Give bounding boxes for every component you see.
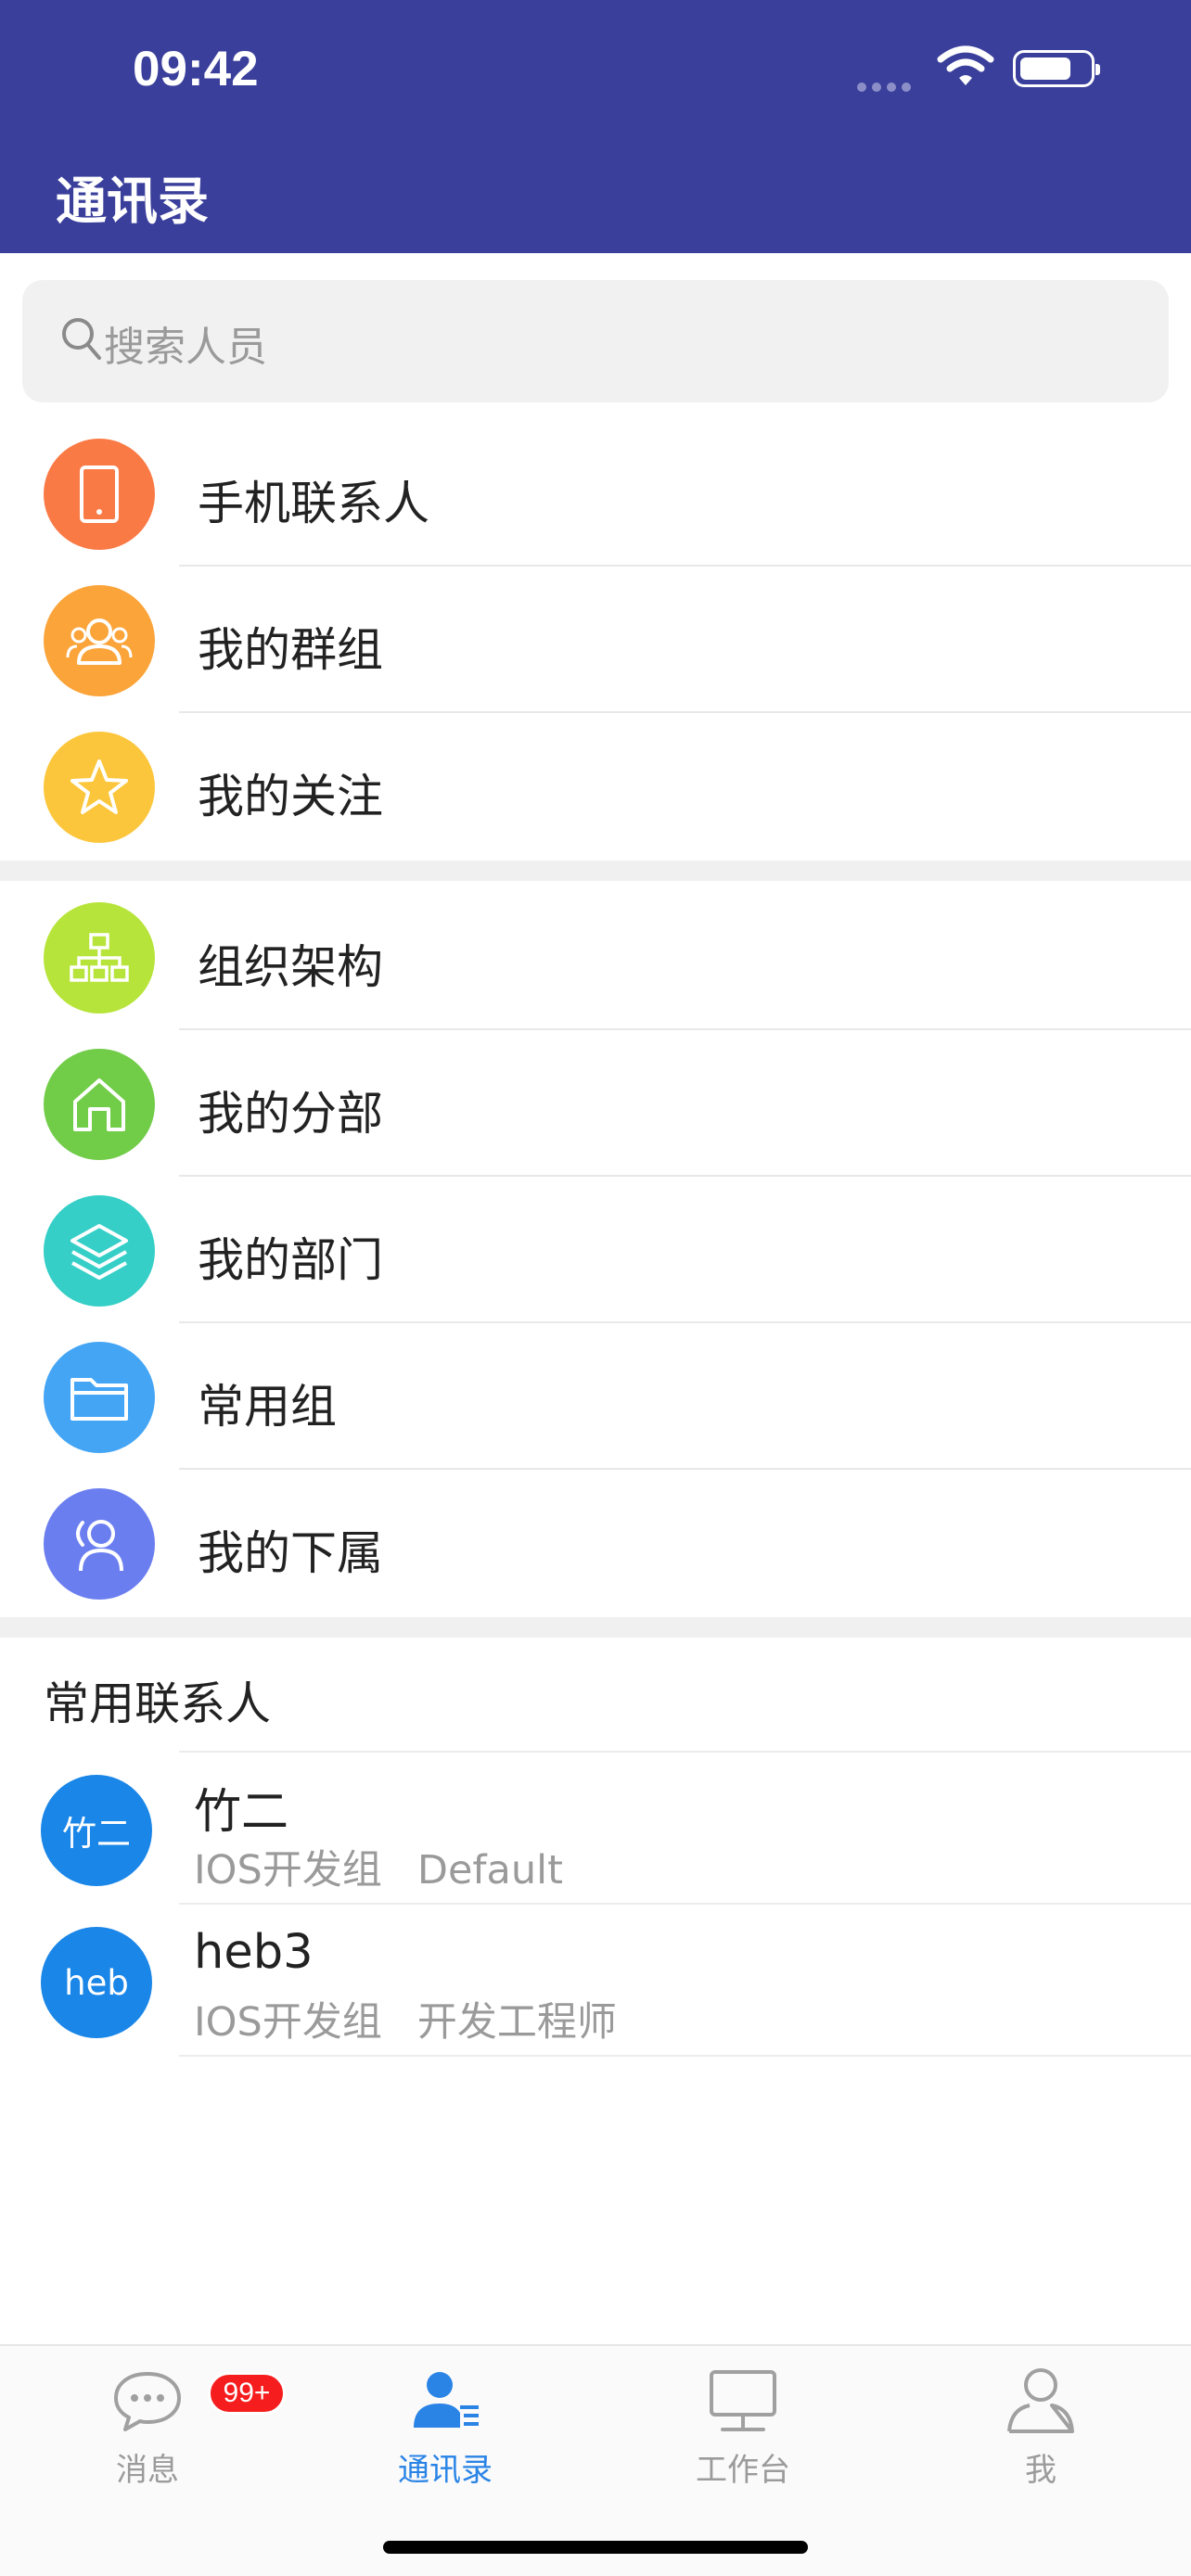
list-item-org-structure[interactable]: 组织架构	[0, 884, 1191, 1030]
list-item-label: 我的群组	[198, 623, 383, 677]
tab-label: 通讯录	[398, 2452, 493, 2489]
layers-icon	[44, 1195, 155, 1307]
tab-label: 我	[1025, 2452, 1057, 2489]
wifi-icon	[937, 45, 994, 85]
list-item-mobile-contacts[interactable]: 手机联系人	[0, 420, 1191, 567]
contacts-icon	[414, 2372, 479, 2428]
contact-department: IOS开发组	[194, 1999, 382, 2046]
list-item-label: 我的关注	[198, 770, 383, 823]
search-input[interactable]: 搜索人员	[22, 280, 1169, 402]
tab-workbench[interactable]: 工作台	[650, 2363, 836, 2502]
search-placeholder: 搜索人员	[104, 324, 267, 371]
contact-subtitle: IOS开发组 Default	[194, 1838, 598, 1895]
cellular-signal-icon	[857, 78, 922, 92]
org-chart-icon	[44, 902, 155, 1014]
contact-item[interactable]: 竹二 竹二 IOS开发组 Default	[0, 1753, 1191, 1905]
contact-department: IOS开发组	[194, 1847, 382, 1894]
contact-role: Default	[416, 1847, 563, 1894]
list-item-my-groups[interactable]: 我的群组	[0, 567, 1191, 713]
list-item-my-department[interactable]: 我的部门	[0, 1177, 1191, 1323]
subordinate-icon	[44, 1488, 155, 1600]
person-icon	[1007, 2368, 1074, 2433]
contact-name: 竹二	[194, 1785, 289, 1840]
list-item-my-branch[interactable]: 我的分部	[0, 1030, 1191, 1177]
tab-messages[interactable]: 消息 99+	[55, 2363, 286, 2502]
divider	[179, 2055, 1191, 2057]
battery-icon	[1013, 50, 1100, 87]
monitor-icon	[710, 2370, 776, 2431]
tab-label: 工作台	[696, 2452, 790, 2489]
list-item-label: 我的分部	[198, 1087, 383, 1141]
contact-item[interactable]: heb heb3 IOS开发组 开发工程师	[0, 1905, 1191, 2057]
star-icon	[44, 732, 155, 843]
list-item-label: 我的下属	[198, 1526, 383, 1580]
unread-badge: 99+	[208, 2372, 286, 2415]
list-item-label: 手机联系人	[198, 477, 429, 530]
list-item-label: 组织架构	[198, 940, 383, 994]
group-icon	[44, 585, 155, 696]
avatar: 竹二	[41, 1775, 152, 1886]
search-icon	[62, 318, 101, 360]
list-item-my-subordinates[interactable]: 我的下属	[0, 1470, 1191, 1616]
home-icon	[44, 1049, 155, 1160]
list-item-common-groups[interactable]: 常用组	[0, 1323, 1191, 1470]
page-title: 通讯录	[56, 172, 210, 231]
contact-subtitle: IOS开发组 开发工程师	[194, 1990, 652, 2047]
list-item-my-follows[interactable]: 我的关注	[0, 713, 1191, 860]
list-item-label: 常用组	[198, 1380, 337, 1434]
list-item-label: 我的部门	[198, 1233, 383, 1287]
contact-role: 开发工程师	[416, 1999, 617, 2046]
avatar: heb	[41, 1927, 152, 2038]
tab-label: 消息	[116, 2452, 179, 2489]
status-time: 09:42	[133, 42, 259, 96]
section-gap	[0, 861, 1191, 881]
chat-bubble-icon	[114, 2372, 181, 2431]
tab-me[interactable]: 我	[948, 2363, 1133, 2502]
phone-icon	[44, 439, 155, 550]
section-title-frequent-contacts: 常用联系人	[44, 1677, 272, 1730]
contact-name: heb3	[194, 1925, 314, 1980]
home-indicator	[383, 2541, 808, 2554]
tab-bar: 消息 99+ 通讯录 工作台 我	[0, 2344, 1191, 2576]
section-gap	[0, 1617, 1191, 1638]
folder-icon	[44, 1342, 155, 1453]
app-header: 09:42 通讯录	[0, 0, 1191, 253]
tab-contacts[interactable]: 通讯录	[352, 2363, 538, 2502]
